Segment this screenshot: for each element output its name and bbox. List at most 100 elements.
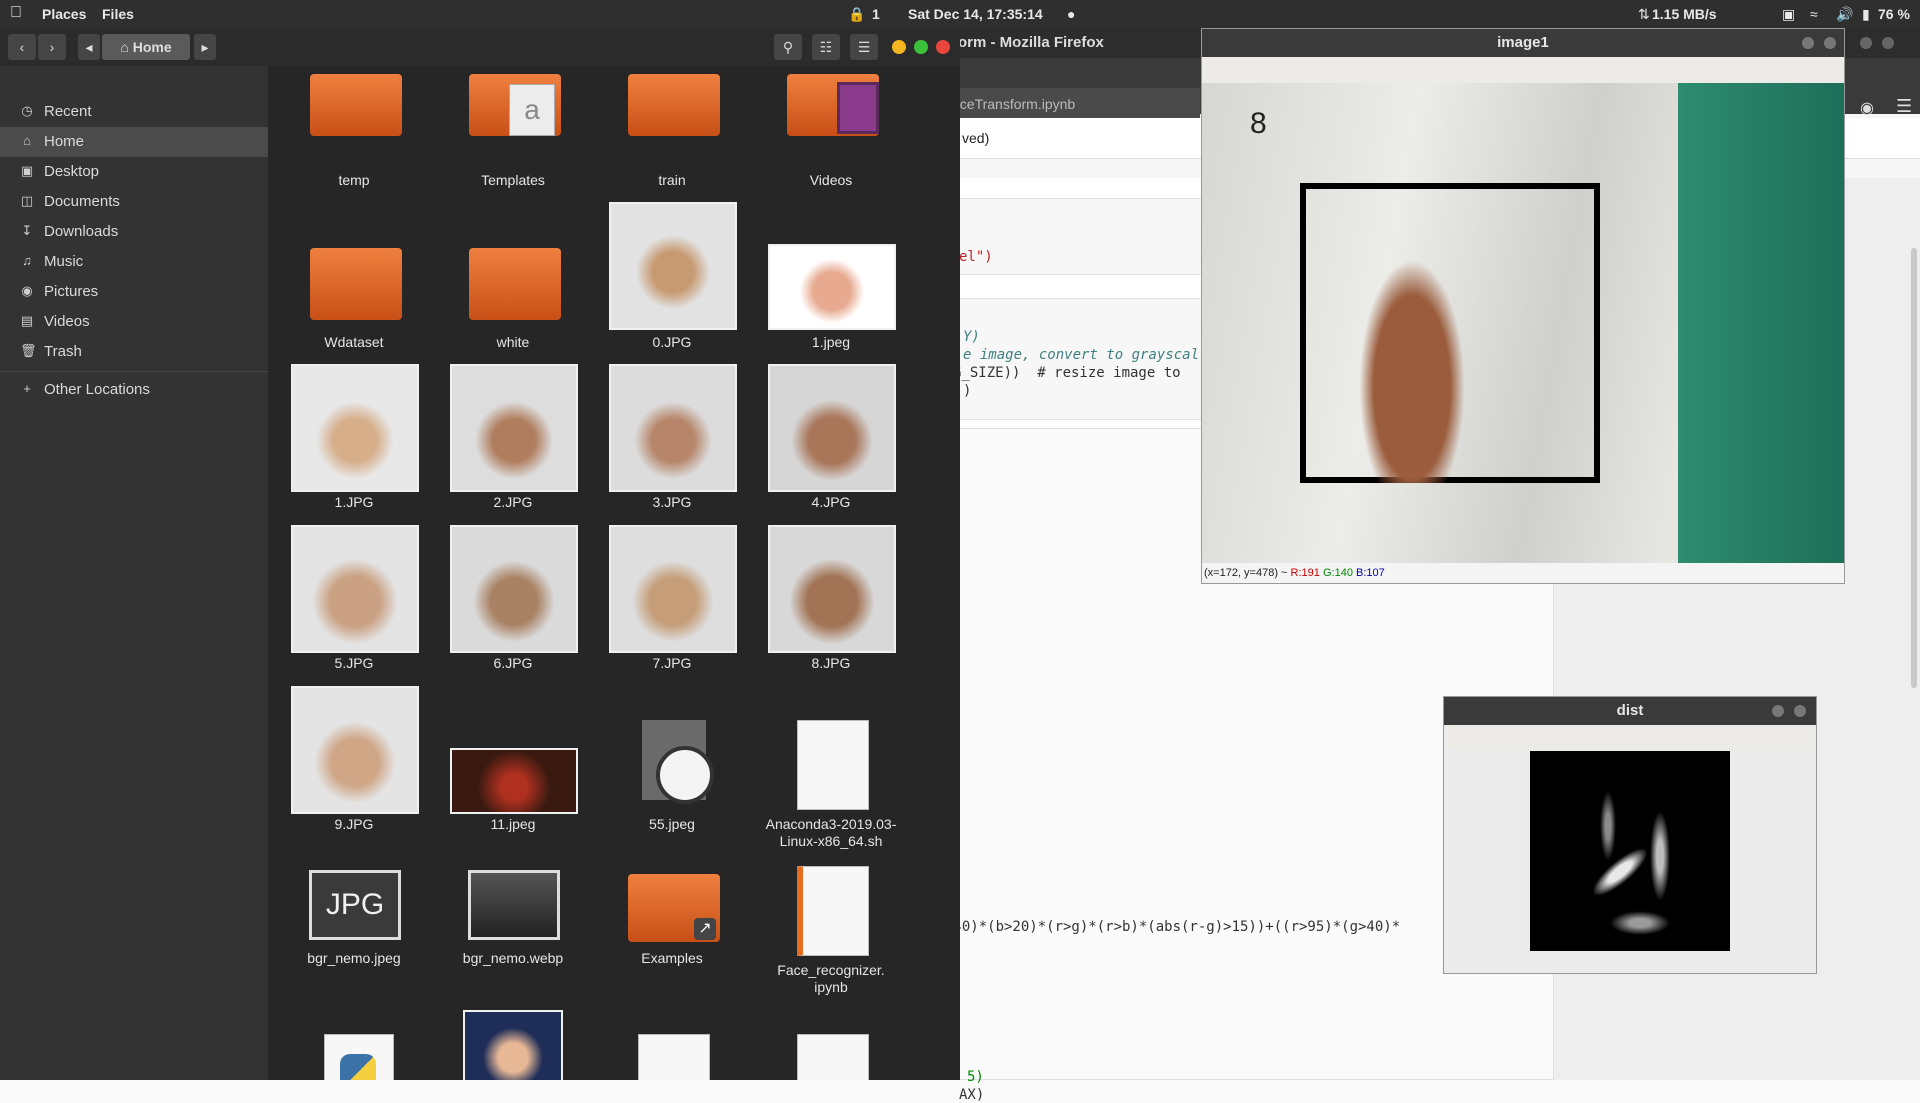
image1-canvas[interactable]: 8 [1202,83,1844,563]
file-label: 1.JPG [334,494,374,510]
lock-icon[interactable]: 🔒 [848,6,865,23]
sidebar-item-trash[interactable]: 🗑 Trash [0,337,268,367]
display-icon[interactable]: ▣ [1782,6,1795,23]
tab-notebook[interactable]: nceTransform.ipynb [940,88,1200,122]
sidebar-item-desktop[interactable]: ▣ Desktop [0,157,268,187]
file-item-bgr-jpeg[interactable]: JPG bgr_nemo.jpeg [274,854,424,1004]
file-item-6jpg[interactable]: 6.JPG [433,525,583,675]
sidebar-item-home[interactable]: ⌂ Home [0,127,268,157]
file-item-8jpg[interactable]: 8.JPG [751,525,901,675]
pixel-g: G:140 [1322,567,1353,579]
dist-highlight [1586,841,1654,903]
file-item-bgr-webp[interactable]: bgr_nemo.webp [433,854,583,1004]
maximize-button[interactable] [914,40,928,54]
home-icon: ⌂ [23,133,31,148]
minimize-button[interactable] [892,40,906,54]
file-label: 3.JPG [652,494,692,510]
file-item-portrait[interactable] [433,1010,583,1080]
file-item-python[interactable] [274,1010,424,1080]
dist-highlight [1650,811,1670,901]
code-line: ) [963,383,972,399]
file-item-videos[interactable]: Videos [751,66,901,196]
breadcrumb-label: Home [132,39,172,55]
search-button[interactable]: ⚲ [774,34,802,60]
sidebar-item-other-locations[interactable]: + Other Locations [0,375,268,405]
dist-window: dist [1443,696,1817,974]
breadcrumb-home[interactable]: ⌂ Home [102,34,190,60]
file-item-9jpg[interactable]: 9.JPG [274,686,424,836]
file-label: Templates [481,172,545,188]
file-item-examples[interactable]: ↗ Examples [592,854,742,1004]
menu-places[interactable]: Places [42,6,86,22]
code-line: AX) [959,1087,985,1103]
code-line: G_SIZE)) # resize image to [953,365,1181,381]
file-item-2jpg[interactable]: 2.JPG [433,364,583,514]
account-icon[interactable]: ◉ [1860,98,1874,118]
document-file-icon [797,1034,869,1080]
volume-icon[interactable]: 🔊 [1836,6,1853,23]
menu-files[interactable]: Files [102,6,134,22]
ff-maximize-button[interactable] [1882,37,1894,49]
dist-titlebar[interactable]: dist [1444,697,1816,725]
dist-toolbar [1444,725,1816,749]
file-item-4jpg[interactable]: 4.JPG [751,364,901,514]
file-item-11jpeg[interactable]: 11.jpeg [433,686,583,836]
file-item-face-recognizer[interactable]: Face_recognizer. ipynb [751,844,901,1014]
menu-button[interactable]: ☰ [850,34,878,60]
folder-icon: ▣ [20,163,34,178]
apple-icon[interactable]:  [10,4,22,22]
battery-icon[interactable]: ▮ [1862,6,1870,23]
file-item-temp[interactable]: temp [274,66,424,196]
sidebar-item-music[interactable]: ♫ Music [0,247,268,277]
close-button[interactable] [936,40,950,54]
file-item-1jpg[interactable]: 1.JPG [274,364,424,514]
file-label: 1.jpeg [811,334,851,350]
file-item-wdataset[interactable]: Wdataset [274,206,424,356]
dist-close-button[interactable] [1794,705,1806,717]
image1-close-button[interactable] [1824,37,1836,49]
file-item-white[interactable]: white [433,206,583,356]
sidebar-label: Music [44,253,84,270]
path-left-button[interactable]: ◂ [78,34,100,60]
sidebar-item-documents[interactable]: ◫ Documents [0,187,268,217]
clock-datetime[interactable]: Sat Dec 14, 17:35:14 [908,6,1043,22]
file-item-document[interactable] [592,1010,742,1080]
hamburger-menu-icon[interactable]: ☰ [1896,96,1912,117]
image1-titlebar[interactable]: image1 [1202,29,1844,57]
sidebar-item-downloads[interactable]: ↧ Downloads [0,217,268,247]
file-item-1jpeg[interactable]: 1.jpeg [751,206,901,356]
file-item-templates[interactable]: a Templates [433,66,583,196]
sidebar-item-recent[interactable]: ◷ Recent [0,97,268,127]
path-right-button[interactable]: ▸ [194,34,216,60]
dist-minimize-button[interactable] [1772,705,1784,717]
back-button[interactable]: ‹ [8,34,36,60]
pixel-r: R:191 [1290,567,1320,579]
file-item-5jpg[interactable]: 5.JPG [274,525,424,675]
ff-scrollbar[interactable] [1911,248,1917,688]
template-doc-icon: a [509,84,555,136]
file-item-anaconda[interactable]: Anaconda3-2019.03- Linux-x86_64.sh [751,686,901,856]
plus-icon: + [23,381,31,396]
view-toggle-button[interactable]: ☷ [812,34,840,60]
file-item-55jpeg[interactable]: 55.jpeg [592,686,742,836]
image1-minimize-button[interactable] [1802,37,1814,49]
file-item-document[interactable] [751,1010,901,1080]
folder-icon [628,74,720,136]
net-speed[interactable]: 1.15 MB/s [1652,6,1717,22]
file-item-3jpg[interactable]: 3.JPG [592,364,742,514]
dist-highlight [1610,911,1670,935]
list-view-icon: ☷ [819,39,833,55]
image-thumbnail [450,748,578,814]
file-item-train[interactable]: train [592,66,742,196]
file-item-0jpg[interactable]: 0.JPG [592,202,742,356]
wifi-icon[interactable]: ≈ [1810,6,1818,22]
forward-button[interactable]: › [38,34,66,60]
file-label: bgr_nemo.jpeg [307,950,401,966]
jpg-file-icon: JPG [309,870,401,940]
sidebar-item-videos[interactable]: ▤ Videos [0,307,268,337]
sidebar-item-pictures[interactable]: ◉ Pictures [0,277,268,307]
ff-minimize-button[interactable] [1860,37,1872,49]
dist-canvas[interactable] [1530,751,1730,951]
file-item-7jpg[interactable]: 7.JPG [592,525,742,675]
script-file-icon [797,720,869,810]
